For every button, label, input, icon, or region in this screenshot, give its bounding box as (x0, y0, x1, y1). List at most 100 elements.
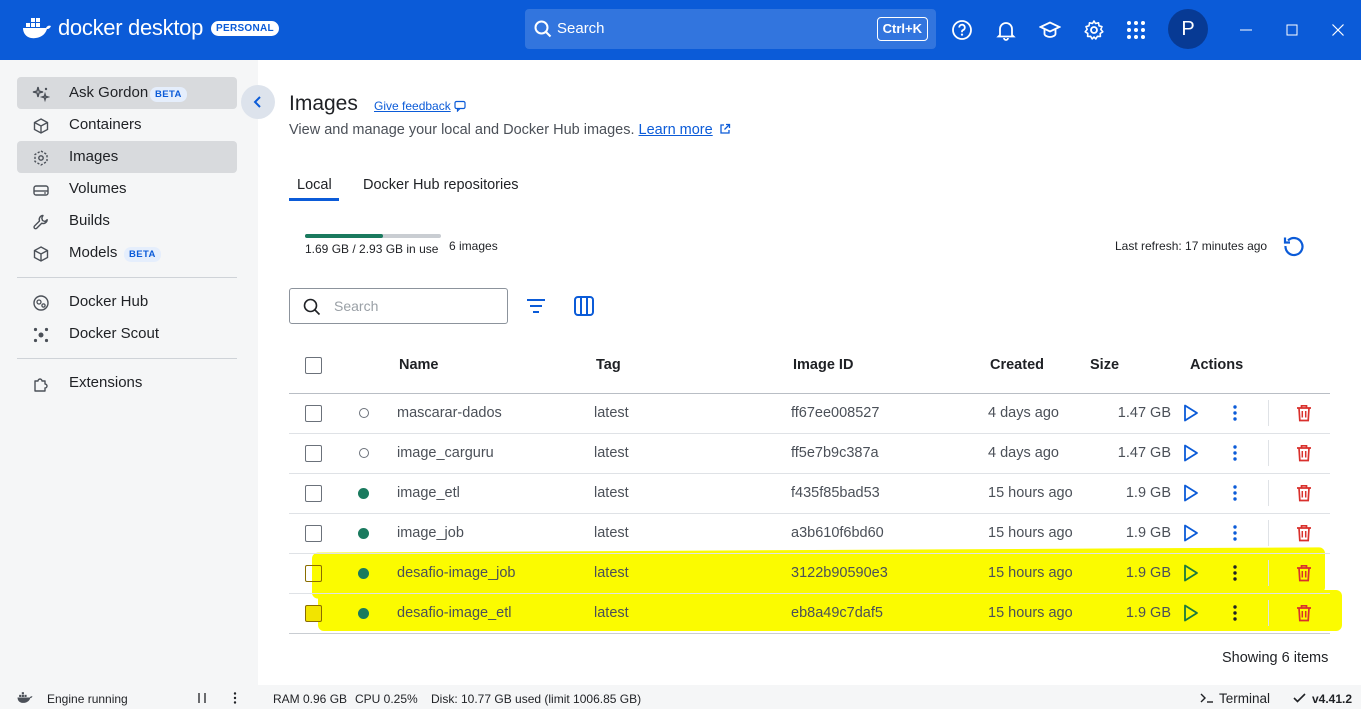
more-vertical-icon (1233, 525, 1237, 541)
select-all-checkbox[interactable] (305, 357, 322, 374)
more-actions-button[interactable] (1225, 483, 1245, 503)
puzzle-icon (34, 378, 48, 392)
delete-button[interactable] (1294, 403, 1314, 423)
sidebar-item-label: Volumes (69, 180, 127, 197)
sidebar-item-containers[interactable]: Containers (17, 109, 237, 141)
apps-grid-icon[interactable] (1124, 18, 1148, 42)
global-search[interactable]: Search Ctrl+K (525, 9, 936, 49)
column-header-tag[interactable]: Tag (596, 357, 621, 373)
maximize-icon[interactable] (1280, 18, 1304, 42)
run-button[interactable] (1181, 563, 1201, 583)
bell-icon[interactable] (994, 18, 1018, 42)
play-icon (1184, 444, 1198, 462)
learn-more-link[interactable]: Learn more (639, 122, 713, 138)
delete-button[interactable] (1294, 563, 1314, 583)
image-size: 1.47 GB (1117, 405, 1171, 421)
image-name[interactable]: image_carguru (397, 445, 494, 461)
delete-button[interactable] (1294, 443, 1314, 463)
sidebar-item-label: Ask Gordon (69, 84, 149, 101)
sidebar-item-builds[interactable]: Builds (17, 205, 237, 237)
sidebar-item-images[interactable]: Images (17, 141, 237, 173)
engine-status: Engine running (47, 692, 128, 706)
run-button[interactable] (1181, 443, 1201, 463)
docker-logo[interactable]: docker desktop PERSONAL (22, 15, 279, 41)
run-button[interactable] (1181, 483, 1201, 503)
table-row[interactable]: image_job latest a3b610f6bd60 15 hours a… (0, 513, 1361, 553)
run-button[interactable] (1181, 403, 1201, 423)
minimize-icon[interactable] (1234, 18, 1258, 42)
row-checkbox[interactable] (305, 525, 322, 542)
search-icon (534, 20, 552, 38)
run-button[interactable] (1181, 523, 1201, 543)
help-icon[interactable] (950, 18, 974, 42)
delete-button[interactable] (1294, 483, 1314, 503)
column-header-name[interactable]: Name (399, 357, 439, 373)
sparkle-icon (32, 86, 50, 103)
search-input[interactable] (334, 296, 494, 316)
more-actions-button[interactable] (1225, 403, 1245, 423)
image-id: f435f85bad53 (791, 485, 880, 501)
image-id: ff67ee008527 (791, 405, 880, 421)
page-title: Images (289, 92, 358, 115)
sidebar-item-volumes[interactable]: Volumes (17, 173, 237, 205)
image-created: 15 hours ago (988, 525, 1073, 541)
feedback-icon (454, 100, 466, 112)
row-checkbox[interactable] (305, 485, 322, 502)
more-actions-button[interactable] (1225, 443, 1245, 463)
tab-docker-hub-repositories[interactable]: Docker Hub repositories (363, 177, 519, 193)
table-row[interactable]: desafio-image_etl latest eb8a49c7daf5 15… (0, 593, 1361, 633)
more-vertical-icon (1233, 405, 1237, 421)
column-header-size[interactable]: Size (1090, 357, 1119, 373)
in-use-indicator (358, 568, 369, 579)
column-header-image-id[interactable]: Image ID (793, 357, 853, 373)
filter-button[interactable] (524, 294, 548, 318)
row-checkbox[interactable] (305, 445, 322, 462)
play-icon (1184, 604, 1198, 622)
more-vertical-icon[interactable] (229, 692, 241, 704)
tab-local[interactable]: Local (297, 177, 332, 193)
image-search[interactable] (289, 288, 508, 324)
table-row[interactable]: image_carguru latest ff5e7b9c387a 4 days… (0, 433, 1361, 473)
learning-icon[interactable] (1038, 18, 1062, 42)
refresh-button[interactable] (1282, 234, 1306, 258)
filter-icon (527, 299, 545, 313)
image-name[interactable]: desafio-image_etl (397, 605, 511, 621)
row-checkbox[interactable] (305, 405, 322, 422)
more-actions-button[interactable] (1225, 523, 1245, 543)
column-header-created[interactable]: Created (990, 357, 1044, 373)
row-checkbox[interactable] (305, 605, 322, 622)
give-feedback-link[interactable]: Give feedback (374, 99, 466, 113)
terminal-button[interactable]: Terminal (1219, 691, 1270, 706)
action-divider (1268, 480, 1269, 506)
row-checkbox[interactable] (305, 565, 322, 582)
image-tag: latest (594, 405, 629, 421)
sidebar-item-ask-gordon[interactable]: Ask Gordon BETA (17, 77, 237, 109)
gear-icon[interactable] (1082, 18, 1106, 42)
more-actions-button[interactable] (1225, 563, 1245, 583)
images-icon (34, 150, 48, 166)
avatar[interactable]: P (1168, 9, 1208, 49)
sidebar-item-docker-hub[interactable]: Docker Hub (17, 286, 237, 318)
image-name[interactable]: image_job (397, 525, 464, 541)
table-row[interactable]: desafio-image_job latest 3122b90590e3 15… (0, 553, 1361, 593)
sidebar-item-models[interactable]: Models BETA (17, 237, 237, 269)
refresh-icon (1283, 236, 1304, 257)
image-id: ff5e7b9c387a (791, 445, 879, 461)
close-icon[interactable] (1326, 18, 1350, 42)
image-tag: latest (594, 525, 629, 541)
image-name[interactable]: mascarar-dados (397, 405, 502, 421)
delete-button[interactable] (1294, 603, 1314, 623)
more-actions-button[interactable] (1225, 603, 1245, 623)
in-use-indicator (358, 528, 369, 539)
image-name[interactable]: desafio-image_job (397, 565, 516, 581)
table-row[interactable]: mascarar-dados latest ff67ee008527 4 day… (0, 393, 1361, 433)
sidebar-item-docker-scout[interactable]: Docker Scout (17, 318, 237, 350)
columns-button[interactable] (572, 294, 596, 318)
page-subtitle: View and manage your local and Docker Hu… (289, 122, 731, 138)
table-row[interactable]: image_etl latest f435f85bad53 15 hours a… (0, 473, 1361, 513)
run-button[interactable] (1181, 603, 1201, 623)
pause-icon[interactable] (196, 692, 208, 704)
collapse-sidebar-button[interactable] (241, 85, 275, 119)
delete-button[interactable] (1294, 523, 1314, 543)
image-name[interactable]: image_etl (397, 485, 460, 501)
